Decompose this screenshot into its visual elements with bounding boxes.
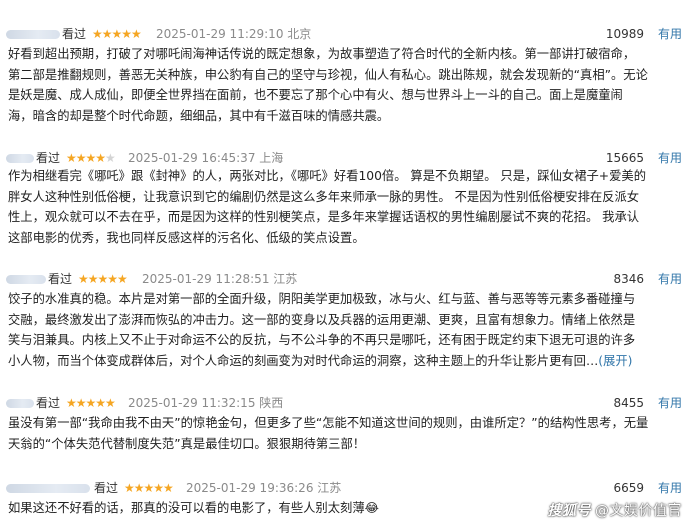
useful-button[interactable]: 有用 (658, 148, 682, 168)
review-meta: 看过 ★★★★★ 2025-01-29 11:28:51 江苏 8346 有用 (0, 269, 690, 289)
review-location: 江苏 (273, 272, 298, 286)
watched-label: 看过 (48, 272, 73, 286)
review-date: 2025-01-29 11:28:51 江苏 (142, 272, 298, 286)
watched-label: 看过 (36, 151, 61, 165)
watched-label: 看过 (94, 481, 119, 495)
sohu-logo: 搜狐号 (547, 503, 591, 519)
review-location: 上海 (259, 151, 284, 165)
review-date: 2025-01-29 19:36:26 江苏 (186, 481, 342, 495)
rating-stars: ★★★★★ (66, 151, 116, 165)
username-blurred[interactable] (6, 399, 34, 408)
watermark-account: @文娱价值官 (595, 503, 682, 519)
review-date: 2025-01-29 11:32:15 陕西 (128, 396, 284, 410)
review-meta: 看过 ★★★★★ 2025-01-29 19:36:26 江苏 6659 有用 (0, 478, 690, 498)
useful-count: 8455 (613, 396, 644, 410)
username-blurred[interactable] (6, 484, 90, 493)
review-meta: 看过 ★★★★★ 2025-01-29 11:32:15 陕西 8455 有用 (0, 393, 690, 413)
review-meta: 看过 ★★★★★ 2025-01-29 11:29:10 北京 10989 有用 (0, 24, 690, 44)
review-text: 虽没有第一部“我命由我不由天”的惊艳金句，但更多了些“怎能不知道这世间的规则，由… (8, 416, 649, 451)
username-blurred[interactable] (6, 154, 34, 163)
rating-stars: ★★★★★ (124, 481, 174, 495)
watched-label: 看过 (36, 396, 61, 410)
useful-button[interactable]: 有用 (658, 269, 682, 289)
username-blurred[interactable] (6, 275, 46, 284)
useful-count: 10989 (605, 27, 644, 41)
review-location: 北京 (287, 27, 312, 41)
useful-button[interactable]: 有用 (658, 478, 682, 498)
rating-stars: ★★★★★ (66, 396, 116, 410)
useful-count: 15665 (605, 151, 644, 165)
useful-button[interactable]: 有用 (658, 24, 682, 44)
expand-link[interactable]: (展开) (598, 354, 632, 368)
review-text: 饺子的水准真的稳。本片是对第一部的全面升级，阴阳美学更加极致，冰与火、红与蓝、善… (8, 292, 636, 368)
review-text: 好看到超出预期，打破了对哪吒闹海神话传说的既定想象，为故事塑造了符合时代的全新内… (8, 47, 648, 123)
review-text: 作为相继看完《哪吒》跟《封神》的人，两张对比，《哪吒》好看100倍。 算是不负期… (8, 169, 646, 245)
review-date: 2025-01-29 16:45:37 上海 (128, 151, 284, 165)
useful-count: 6659 (613, 481, 644, 495)
rating-stars: ★★★★★ (78, 272, 128, 286)
review-meta: 看过 ★★★★★ 2025-01-29 16:45:37 上海 15665 有用 (0, 148, 690, 168)
rating-stars: ★★★★★ (92, 27, 142, 41)
review-location: 陕西 (259, 396, 284, 410)
username-blurred[interactable] (6, 30, 60, 39)
watermark: 搜狐号 @文娱价值官 (548, 500, 683, 520)
watched-label: 看过 (62, 27, 87, 41)
useful-button[interactable]: 有用 (658, 393, 682, 413)
review-date: 2025-01-29 11:29:10 北京 (156, 27, 312, 41)
useful-count: 8346 (613, 272, 644, 286)
review-location: 江苏 (317, 481, 342, 495)
